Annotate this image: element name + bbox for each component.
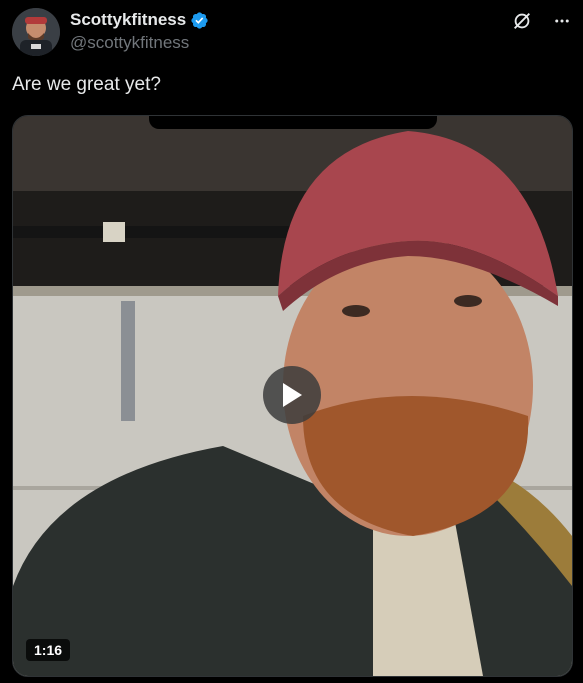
play-button[interactable] — [263, 366, 321, 424]
play-icon — [283, 383, 302, 407]
tweet-header: Scottykfitness @scottykfitness — [12, 8, 571, 58]
author-info: Scottykfitness @scottykfitness — [70, 10, 209, 53]
author-display-name[interactable]: Scottykfitness — [70, 10, 186, 30]
avatar[interactable] — [12, 8, 60, 56]
video-player[interactable]: 1:16 — [12, 115, 573, 677]
video-notch — [149, 116, 437, 129]
more-icon[interactable] — [553, 12, 571, 30]
tweet-actions — [511, 10, 571, 32]
author-handle[interactable]: @scottykfitness — [70, 33, 209, 53]
video-duration: 1:16 — [26, 639, 71, 661]
tweet-text: Are we great yet? — [12, 74, 161, 95]
grok-icon[interactable] — [511, 10, 533, 32]
verified-badge-icon — [191, 11, 208, 29]
